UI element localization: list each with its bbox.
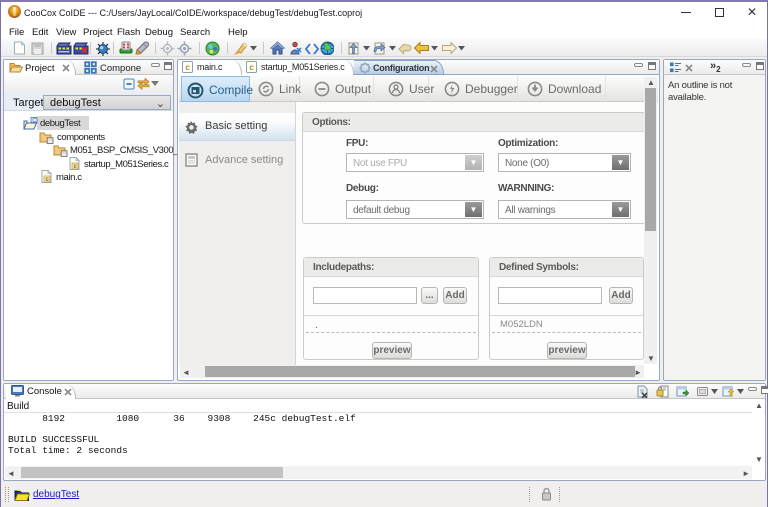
svg-text:C: C [32,118,36,124]
